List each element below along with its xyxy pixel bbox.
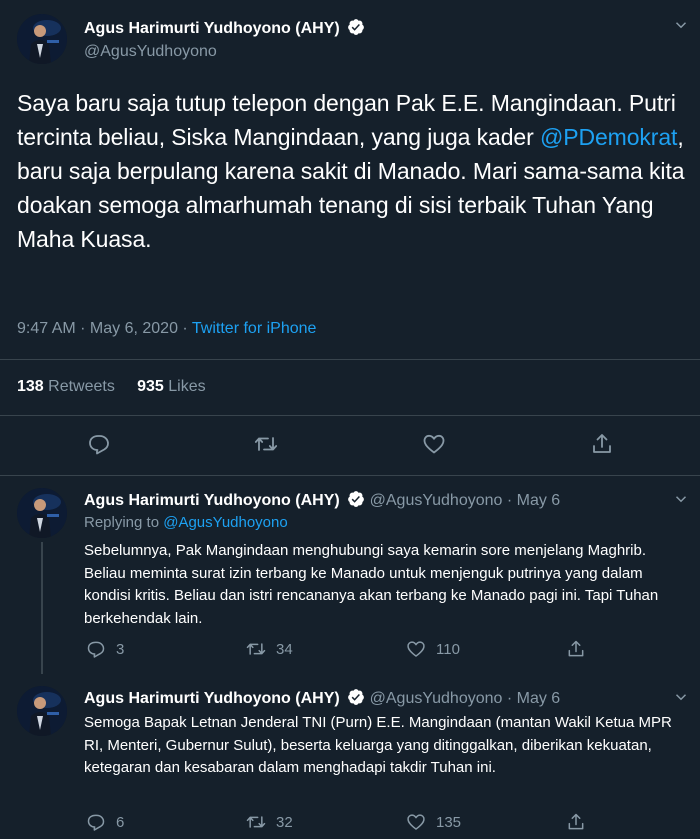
replying-to: Replying to @AgusYudhoyono — [84, 514, 288, 531]
likes-count: 935 — [137, 378, 164, 395]
like-icon — [423, 434, 445, 454]
like-button[interactable]: 135 — [406, 812, 461, 832]
reply-count: 3 — [116, 640, 125, 658]
retweet-count: 34 — [276, 640, 293, 658]
handle-date: @AgusYudhoyono · May 6 — [369, 690, 561, 707]
chevron-down-icon[interactable] — [672, 490, 690, 508]
reply-text: Sebelumnya, Pak Mangindaan menghubungi s… — [84, 542, 659, 627]
chevron-down-icon[interactable] — [672, 16, 690, 34]
likes-stat[interactable]: 935 Likes — [137, 378, 206, 395]
share-button[interactable] — [590, 432, 614, 456]
retweet-count: 32 — [276, 813, 293, 831]
tweet-timestamp[interactable]: 9:47 AM · May 6, 2020 · — [17, 320, 192, 337]
reply-header[interactable]: Agus Harimurti Yudhoyono (AHY) @AgusYudh… — [84, 490, 560, 510]
avatar-image — [17, 14, 67, 64]
author-name-text: Agus Harimurti Yudhoyono (AHY) — [84, 492, 340, 509]
author-name-text: Agus Harimurti Yudhoyono (AHY) — [84, 690, 340, 707]
reply-button[interactable] — [87, 432, 111, 456]
author-name-text: Agus Harimurti Yudhoyono (AHY) — [84, 20, 340, 37]
avatar-image — [17, 686, 67, 736]
verified-badge-icon — [348, 689, 365, 705]
retweet-icon — [254, 437, 278, 451]
like-count: 135 — [436, 813, 462, 831]
like-icon — [407, 641, 425, 657]
retweet-icon — [246, 816, 266, 828]
tweet-meta: 9:47 AM · May 6, 2020 · Twitter for iPho… — [17, 320, 316, 338]
verified-badge-icon — [348, 491, 365, 507]
author-handle[interactable]: @AgusYudhoyono — [84, 43, 217, 61]
handle-date: @AgusYudhoyono · May 6 — [369, 492, 561, 509]
retweets-count: 138 — [17, 378, 44, 395]
retweets-stat[interactable]: 138 Retweets — [17, 378, 115, 395]
chevron-down-icon[interactable] — [672, 688, 690, 706]
reply-icon — [87, 641, 105, 658]
retweet-button[interactable] — [254, 432, 278, 456]
avatar[interactable] — [17, 488, 67, 538]
avatar-image — [17, 488, 67, 538]
tweet-text: Saya baru saja tutup telepon dengan Pak … — [17, 86, 687, 256]
tweet-action-bar — [0, 432, 700, 462]
reply-text: Semoga Bapak Letnan Jenderal TNI (Purn) … — [84, 714, 672, 776]
likes-label: Likes — [168, 378, 206, 395]
like-button[interactable]: 110 — [406, 639, 460, 659]
reply-count: 6 — [116, 813, 125, 831]
like-button[interactable] — [422, 432, 446, 456]
divider — [0, 359, 700, 360]
tweet-stats: 138 Retweets 935 Likes — [17, 378, 206, 396]
share-icon — [568, 640, 584, 657]
reply-button[interactable]: 6 — [86, 812, 124, 832]
retweet-icon — [246, 643, 266, 655]
like-icon — [407, 814, 425, 830]
retweet-button[interactable]: 34 — [246, 639, 293, 659]
reply-button[interactable]: 3 — [86, 639, 124, 659]
share-icon — [568, 813, 584, 830]
retweet-button[interactable]: 32 — [246, 812, 293, 832]
share-icon — [593, 434, 611, 453]
like-count: 110 — [436, 640, 460, 658]
reply-header[interactable]: Agus Harimurti Yudhoyono (AHY) @AgusYudh… — [84, 688, 560, 708]
mention-link[interactable]: @PDemokrat — [540, 124, 677, 150]
thread-line — [41, 542, 43, 674]
verified-badge-icon — [348, 19, 365, 35]
avatar[interactable] — [17, 686, 67, 736]
replying-to-link[interactable]: @AgusYudhoyono — [163, 514, 288, 531]
divider — [0, 415, 700, 416]
replying-label: Replying to — [84, 514, 164, 531]
avatar[interactable] — [17, 14, 67, 64]
divider — [0, 475, 700, 476]
share-button[interactable] — [566, 812, 586, 832]
tweet-source[interactable]: Twitter for iPhone — [192, 320, 317, 337]
reply-icon — [87, 814, 105, 831]
reply-icon — [89, 435, 109, 455]
share-button[interactable] — [566, 639, 586, 659]
retweets-label: Retweets — [48, 378, 115, 395]
author-name[interactable]: Agus Harimurti Yudhoyono (AHY) — [84, 18, 365, 38]
